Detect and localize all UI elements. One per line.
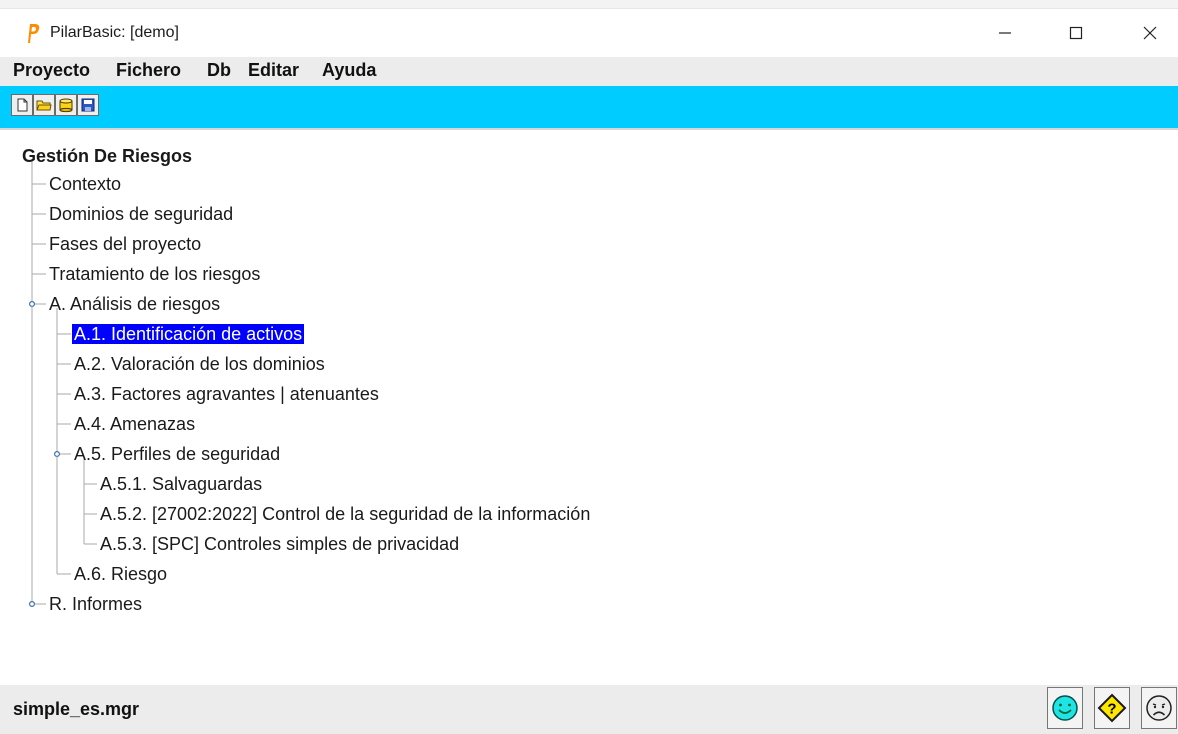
tree-item-label: A. Análisis de riesgos: [49, 294, 221, 314]
tree-item-a51[interactable]: A.5.1. Salvaguardas: [98, 470, 264, 498]
close-button[interactable]: [1127, 13, 1173, 53]
tree-item-label: A.5.1. Salvaguardas: [100, 474, 263, 494]
maximize-button[interactable]: [1053, 13, 1099, 53]
menu-bar: Proyecto Fichero Db Editar Ayuda: [0, 57, 1178, 86]
happy-face-button[interactable]: [1047, 687, 1083, 729]
database-icon: [59, 98, 73, 113]
new-file-icon: [17, 98, 28, 112]
menu-proyecto[interactable]: Proyecto: [13, 60, 90, 81]
risk-tree: Gestión De Riesgos Contexto Dominios de s…: [0, 130, 1178, 685]
warning-question-icon: ?: [1097, 693, 1127, 723]
database-button[interactable]: [55, 94, 77, 116]
svg-text:?: ?: [1107, 701, 1116, 718]
save-icon: [81, 98, 95, 112]
open-folder-button[interactable]: [33, 94, 55, 116]
menu-ayuda[interactable]: Ayuda: [322, 60, 376, 81]
sad-face-button[interactable]: [1141, 687, 1177, 729]
tree-expander-icon[interactable]: [29, 601, 36, 608]
pilar-p-icon: [28, 24, 40, 43]
tree-item-label: Fases del proyecto: [49, 234, 202, 254]
menu-db[interactable]: Db: [207, 60, 231, 81]
save-button[interactable]: [77, 94, 99, 116]
tree-item-label: R. Informes: [49, 594, 143, 614]
status-filename: simple_es.mgr: [13, 699, 140, 719]
tree-root-label[interactable]: Gestión De Riesgos: [22, 146, 192, 167]
tree-item-label: A.1. Identificación de activos: [72, 324, 305, 344]
tree-item-tratamiento[interactable]: Tratamiento de los riesgos: [47, 260, 262, 288]
sad-face-icon: [1146, 695, 1172, 721]
menu-editar[interactable]: Editar: [248, 60, 299, 81]
open-folder-icon: [36, 100, 52, 111]
tree-expander-icon[interactable]: [53, 451, 60, 458]
tree-item-label: A.5. Perfiles de seguridad: [74, 444, 281, 464]
minimize-button[interactable]: [982, 13, 1028, 53]
tree-item-label: A.4. Amenazas: [74, 414, 196, 434]
maximize-icon: [1069, 26, 1083, 40]
tree-item-label: Dominios de seguridad: [49, 204, 234, 224]
tree-item-label: Tratamiento de los riesgos: [49, 264, 261, 284]
tree-item-label: Contexto: [49, 174, 122, 194]
title-bar: PilarBasic: [demo]: [0, 9, 1178, 57]
tree-item-analisis[interactable]: A. Análisis de riesgos: [47, 290, 222, 318]
tree-item-informes[interactable]: R. Informes: [47, 590, 144, 618]
toolbar: [0, 86, 1178, 130]
new-file-button[interactable]: [11, 94, 33, 116]
tree-item-a4[interactable]: A.4. Amenazas: [72, 410, 197, 438]
tree-expander-icon[interactable]: [29, 301, 36, 308]
menu-fichero[interactable]: Fichero: [116, 60, 181, 81]
tree-item-label: A.6. Riesgo: [74, 564, 168, 584]
tree-item-contexto[interactable]: Contexto: [47, 170, 123, 198]
tree-item-dominios[interactable]: Dominios de seguridad: [47, 200, 235, 228]
happy-face-icon: [1052, 695, 1078, 721]
tree-item-label: A.5.3. [SPC] Controles simples de privac…: [100, 534, 460, 554]
tree-item-a5[interactable]: A.5. Perfiles de seguridad: [72, 440, 282, 468]
window-title: PilarBasic: [demo]: [50, 24, 179, 41]
status-bar: simple_es.mgr ?: [0, 685, 1178, 734]
tree-item-a2[interactable]: A.2. Valoración de los dominios: [72, 350, 327, 378]
tree-item-a1[interactable]: A.1. Identificación de activos: [72, 320, 305, 348]
tree-item-label: A.3. Factores agravantes | atenuantes: [74, 384, 379, 404]
tree-item-a53[interactable]: A.5.3. [SPC] Controles simples de privac…: [98, 530, 461, 558]
tree-item-fases[interactable]: Fases del proyecto: [47, 230, 203, 258]
warning-question-button[interactable]: ?: [1094, 687, 1130, 729]
tree-item-a6[interactable]: A.6. Riesgo: [72, 560, 169, 588]
tree-item-label: A.2. Valoración de los dominios: [74, 354, 325, 374]
tree-item-a3[interactable]: A.3. Factores agravantes | atenuantes: [72, 380, 381, 408]
background-window-strip: [0, 0, 1178, 9]
tree-item-a52[interactable]: A.5.2. [27002:2022] Control de la seguri…: [98, 500, 592, 528]
close-icon: [1143, 26, 1157, 40]
minimize-icon: [999, 32, 1011, 34]
tree-item-label: A.5.2. [27002:2022] Control de la seguri…: [100, 504, 591, 524]
